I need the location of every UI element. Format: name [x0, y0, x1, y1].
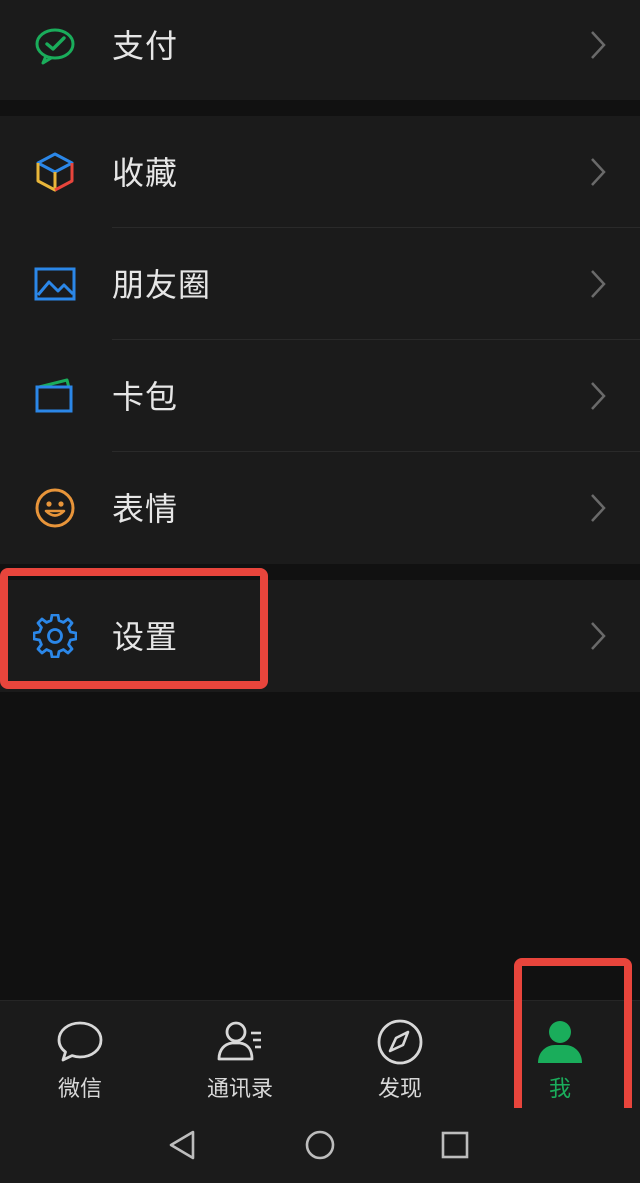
menu-item-pay[interactable]: 支付: [0, 0, 640, 100]
chat-bubble-icon: [55, 1017, 105, 1067]
menu-item-moments[interactable]: 朋友圈: [0, 228, 640, 340]
menu-item-label: 表情: [112, 490, 179, 529]
cube-icon: [33, 150, 77, 194]
menu-item-label: 设置: [112, 618, 179, 657]
tab-me[interactable]: 我: [480, 1001, 640, 1109]
back-triangle-icon[interactable]: [166, 1128, 200, 1162]
tab-label: 我: [548, 1077, 571, 1102]
chevron-right-icon: [590, 269, 606, 299]
bottom-tab-bar: 微信 通讯录 发现 我: [0, 1000, 640, 1109]
menu-item-stickers[interactable]: 表情: [0, 452, 640, 564]
gear-icon: [33, 614, 77, 658]
smiley-icon: [33, 486, 77, 530]
menu-item-cards[interactable]: 卡包: [0, 340, 640, 452]
menu-item-label: 收藏: [112, 154, 179, 193]
tab-chats[interactable]: 微信: [0, 1001, 160, 1109]
tab-label: 发现: [377, 1077, 422, 1102]
me-page: 支付 收藏 朋友圈 卡包 表情 设置 微信 通讯录 发现 我: [0, 0, 640, 1183]
wechat-pay-icon: [33, 23, 77, 67]
features-group: 收藏 朋友圈 卡包 表情: [0, 116, 640, 564]
menu-item-label: 朋友圈: [112, 266, 212, 305]
person-icon: [535, 1017, 585, 1067]
menu-item-label: 卡包: [112, 378, 179, 417]
chevron-right-icon: [590, 381, 606, 411]
recents-square-icon[interactable]: [438, 1128, 472, 1162]
chevron-right-icon: [590, 621, 606, 651]
pay-group: 支付: [0, 0, 640, 100]
tab-discover[interactable]: 发现: [320, 1001, 480, 1109]
picture-icon: [33, 262, 77, 306]
menu-item-label: 支付: [112, 27, 179, 66]
tab-contacts[interactable]: 通讯录: [160, 1001, 320, 1109]
chevron-right-icon: [590, 157, 606, 187]
card-wallet-icon: [33, 374, 77, 418]
tab-label: 微信: [57, 1077, 102, 1102]
system-nav-bar: [0, 1108, 640, 1183]
chevron-right-icon: [590, 493, 606, 523]
home-circle-icon[interactable]: [303, 1128, 337, 1162]
tab-label: 通讯录: [206, 1077, 273, 1102]
menu-item-favorites[interactable]: 收藏: [0, 116, 640, 228]
chevron-right-icon: [590, 30, 606, 60]
compass-icon: [375, 1017, 425, 1067]
contacts-icon: [215, 1017, 265, 1067]
menu-item-settings[interactable]: 设置: [0, 580, 640, 692]
settings-group: 设置: [0, 580, 640, 692]
